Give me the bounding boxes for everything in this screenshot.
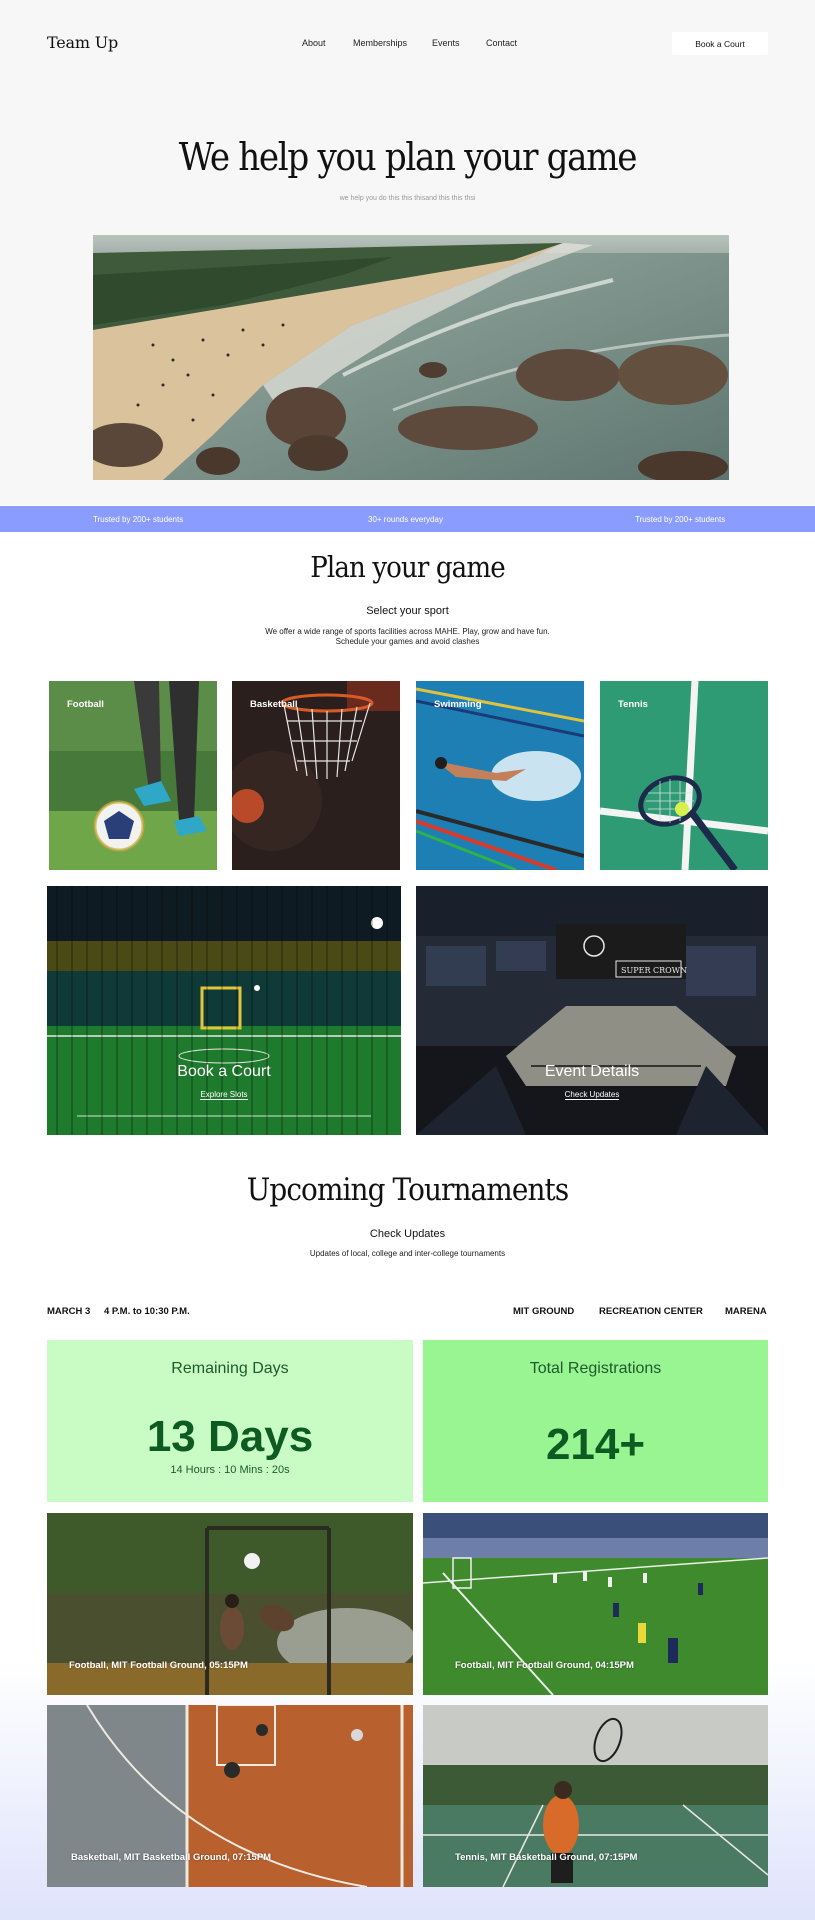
banner-item: Trusted by 200+ students <box>93 515 184 524</box>
tournament-caption: Football, MIT Football Ground, 04:15PM <box>455 1660 634 1671</box>
hero-title: We help you plan your game <box>178 135 638 179</box>
tournament-card[interactable]: Tennis, MIT Basketball Ground, 07:15PM <box>423 1705 768 1887</box>
event-details-card[interactable]: SUPER CROWN Event Details Check Updates <box>416 886 768 1135</box>
sport-tile-football[interactable]: Football <box>49 681 217 870</box>
tournament-caption: Basketball, MIT Basketball Ground, 07:15… <box>71 1852 272 1863</box>
trust-banner: Trusted by 200+ students 30+ rounds ever… <box>0 506 815 532</box>
hero-beach-image <box>93 235 729 480</box>
remaining-days-value: 13 Days <box>146 1412 314 1461</box>
sport-tile-basketball[interactable]: Basketball <box>232 681 400 870</box>
nav-link-about[interactable]: About <box>302 38 326 48</box>
court-card-title: Book a Court <box>177 1063 271 1080</box>
registrations-value: 214+ <box>545 1420 646 1469</box>
check-updates-link[interactable]: Check Updates <box>416 1090 768 1100</box>
sport-label: Football <box>67 699 104 710</box>
nav-link-events[interactable]: Events <box>432 38 460 48</box>
sport-tile-tennis[interactable]: Tennis <box>600 681 768 870</box>
tournament-card[interactable]: Basketball, MIT Basketball Ground, 07:15… <box>47 1705 413 1887</box>
tournaments-description: Updates of local, college and inter-coll… <box>309 1249 506 1258</box>
sport-tile-swimming[interactable]: Swimming <box>416 681 584 870</box>
event-date: MARCH 3 <box>47 1306 91 1317</box>
plan-subtitle: Select your sport <box>366 605 449 617</box>
sport-label: Swimming <box>434 699 482 710</box>
remaining-days-card: Remaining Days 13 Days 14 Hours : 10 Min… <box>47 1340 413 1502</box>
nav-link-contact[interactable]: Contact <box>486 38 517 48</box>
logo[interactable]: Team Up <box>47 33 118 52</box>
arena-sign-text: SUPER CROWN <box>621 966 687 975</box>
explore-slots-link[interactable]: Explore Slots <box>47 1090 401 1100</box>
banner-item: 30+ rounds everyday <box>368 515 443 524</box>
nav-link-memberships[interactable]: Memberships <box>353 38 407 48</box>
book-court-card[interactable]: Book a Court Explore Slots <box>47 886 401 1135</box>
tournament-caption: Tennis, MIT Basketball Ground, 07:15PM <box>455 1852 638 1863</box>
sport-label: Basketball <box>250 699 298 710</box>
remaining-days-label: Remaining Days <box>171 1360 289 1377</box>
tournament-caption: Football, MIT Football Ground, 05:15PM <box>69 1660 248 1671</box>
banner-item: Trusted by 200+ students <box>635 515 726 524</box>
registrations-label: Total Registrations <box>529 1360 662 1377</box>
venue-tab-marena[interactable]: MARENA <box>725 1306 767 1317</box>
plan-description: We offer a wide range of sports faciliti… <box>265 627 550 646</box>
book-court-button[interactable]: Book a Court <box>672 32 768 55</box>
remaining-countdown: 14 Hours : 10 Mins : 20s <box>170 1464 290 1476</box>
sport-label: Tennis <box>618 699 648 710</box>
plan-title: Plan your game <box>310 550 505 584</box>
hero-subtitle: we help you do this this thisand this th… <box>339 195 476 202</box>
tournaments-subtitle: Check Updates <box>369 1228 446 1240</box>
tournament-card[interactable]: Football, MIT Football Ground, 04:15PM <box>423 1513 768 1695</box>
event-card-title: Event Details <box>544 1063 640 1080</box>
tournaments-title: Upcoming Tournaments <box>246 1172 569 1208</box>
venue-tab-mit-ground[interactable]: MIT GROUND <box>513 1306 574 1317</box>
tournament-card[interactable]: Football, MIT Football Ground, 05:15PM <box>47 1513 413 1695</box>
event-time: 4 P.M. to 10:30 P.M. <box>104 1306 190 1317</box>
total-registrations-card: Total Registrations 214+ <box>423 1340 768 1502</box>
venue-tab-recreation-center[interactable]: RECREATION CENTER <box>599 1306 703 1317</box>
